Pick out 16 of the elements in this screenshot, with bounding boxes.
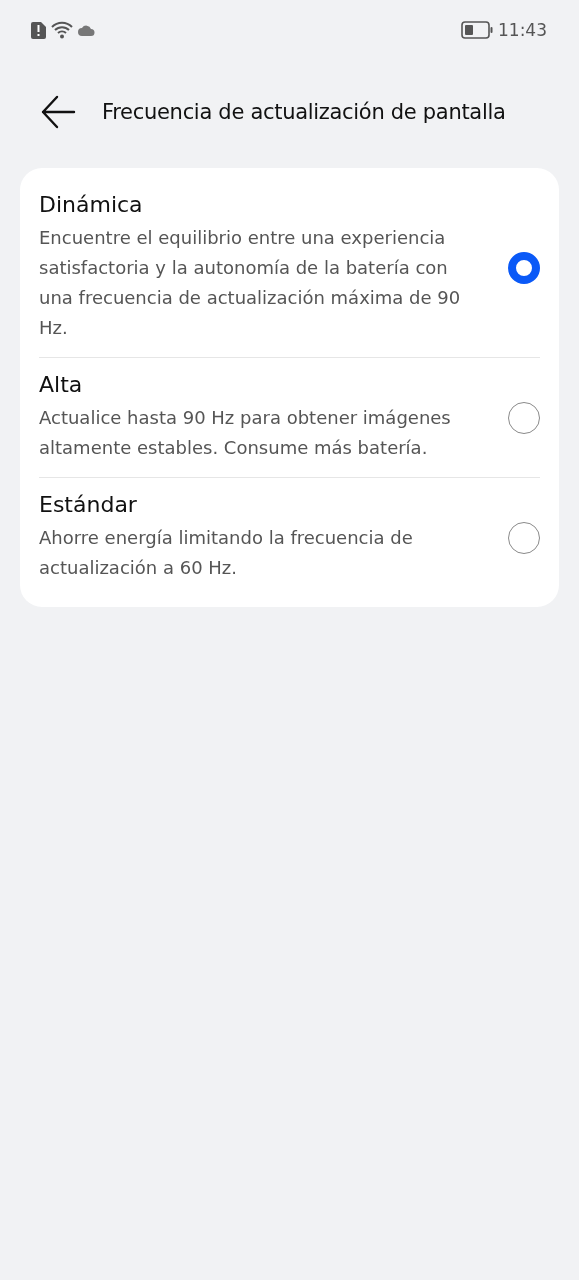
page-title: Frecuencia de actualización de pantalla bbox=[102, 100, 506, 124]
battery-icon bbox=[461, 21, 493, 39]
clock-time: 11:43 bbox=[498, 20, 547, 40]
wifi-icon bbox=[51, 21, 73, 39]
option-title: Alta bbox=[39, 372, 84, 397]
radio-button[interactable] bbox=[508, 251, 540, 284]
cloud-icon bbox=[78, 24, 95, 36]
back-button[interactable] bbox=[40, 94, 76, 130]
option-title: Estándar bbox=[39, 492, 138, 517]
option-title: Dinámica bbox=[39, 192, 144, 217]
option-description: Ahorre energía limitando la frecuencia de actualización a 60 Hz. bbox=[39, 526, 414, 580]
alert-icon bbox=[31, 21, 46, 39]
radio-button[interactable] bbox=[508, 401, 540, 434]
option-description: Actualice hasta 90 Hz para obtener imágenes altamente estables. Consume más batería. bbox=[39, 406, 452, 460]
option-description: Encuentre el equilibrio entre una experiencia satisfactoria y la autonomía de la batería con una frecuencia de actualización máxima de 90 Hz. bbox=[39, 226, 462, 340]
radio-button[interactable] bbox=[508, 521, 540, 554]
